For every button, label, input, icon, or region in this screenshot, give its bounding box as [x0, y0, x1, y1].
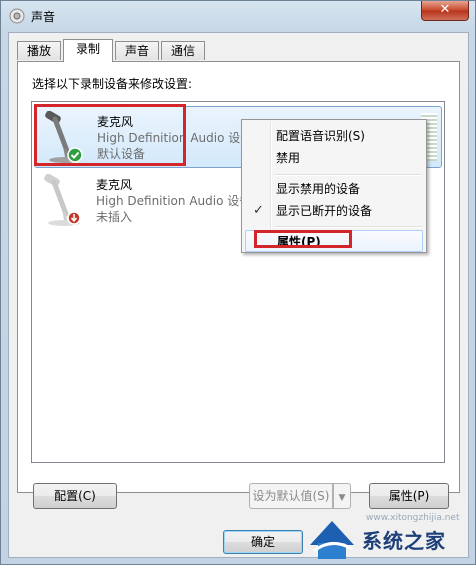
menu-separator [274, 226, 422, 228]
device-name: 麦克风 [97, 115, 134, 129]
menu-separator [274, 174, 422, 176]
menu-item-label: 属性(P) [277, 235, 321, 249]
set-default-label: 设为默认值(S) [252, 489, 330, 503]
dialog-client: 播放 录制 声音 通信 选择以下录制设备来修改设置: 麦克风 High Defi… [8, 32, 469, 558]
menu-item-label: 禁用 [276, 151, 301, 165]
device-description: High Definition Audio 设备 [97, 131, 253, 145]
tab-recording[interactable]: 录制 [63, 39, 113, 62]
close-button[interactable]: ✕ [421, 1, 469, 21]
set-default-button[interactable]: 设为默认值(S) [249, 483, 333, 509]
watermark: www.xitongzhijia.net 系统之家 [306, 513, 476, 565]
tab-sounds[interactable]: 声音 [115, 41, 159, 60]
checkmark-icon: ✓ [253, 203, 264, 218]
menu-item-label: 显示已断开的设备 [276, 204, 373, 218]
window-title: 声音 [31, 10, 56, 24]
device-name: 麦克风 [96, 178, 133, 192]
menu-item-configure-speech[interactable]: 配置语音识别(S) [245, 125, 423, 147]
ok-button[interactable]: 确定 [223, 530, 303, 554]
properties-button[interactable]: 属性(P) [369, 483, 449, 509]
watermark-url: www.xitongzhijia.net [366, 513, 460, 523]
set-default-dropdown[interactable]: ▼ [333, 483, 351, 509]
microphone-icon [45, 111, 83, 163]
watermark-text: 系统之家 [362, 529, 446, 553]
device-description: High Definition Audio 设备 [96, 194, 252, 208]
chevron-down-icon: ▼ [338, 493, 346, 503]
menu-item-show-disabled[interactable]: 显示禁用的设备 [245, 178, 423, 200]
title-bar[interactable]: 声音 ✕ [1, 1, 476, 31]
menu-item-properties[interactable]: 属性(P) [245, 230, 423, 252]
device-status: 未插入 [96, 210, 133, 224]
logo-icon [310, 521, 354, 559]
menu-item-show-disconnected[interactable]: ✓ 显示已断开的设备 [245, 200, 423, 222]
sound-dialog: 声音 ✕ 播放 录制 声音 通信 选择以下录制设备来修改设置: 麦克风 High… [0, 0, 476, 565]
configure-button[interactable]: 配置(C) [33, 483, 117, 509]
device-status: 默认设备 [97, 147, 146, 161]
speaker-icon [9, 8, 25, 24]
tab-communications[interactable]: 通信 [161, 41, 205, 60]
menu-item-label: 配置语音识别(S) [276, 129, 365, 143]
microphone-icon [44, 174, 81, 226]
context-menu: 配置语音识别(S) 禁用 显示禁用的设备 ✓ 显示已断开的设备 属性(P) [241, 119, 427, 253]
instruction-text: 选择以下录制设备来修改设置: [32, 77, 193, 91]
tab-playback[interactable]: 播放 [17, 41, 61, 60]
close-icon: ✕ [439, 2, 451, 17]
menu-item-label: 显示禁用的设备 [276, 182, 361, 196]
menu-item-disable[interactable]: 禁用 [245, 147, 423, 169]
